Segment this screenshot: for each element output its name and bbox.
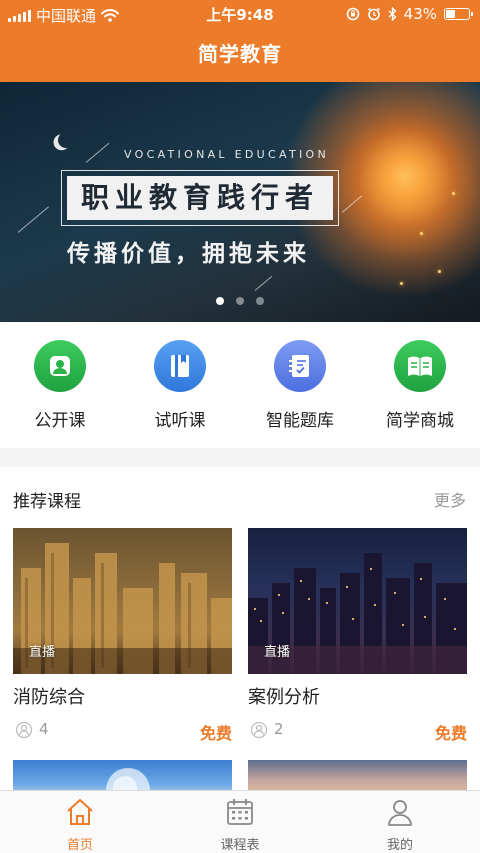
home-icon — [67, 799, 93, 825]
carousel-dots[interactable] — [0, 297, 480, 305]
quick-entry-label: 试听课 — [154, 411, 206, 431]
bluetooth-icon — [388, 7, 397, 21]
course-thumbnail: 直播 — [13, 528, 232, 674]
quick-entry-label: 公开课 — [34, 411, 86, 431]
banner-slogan: 传播价值，拥抱未来 — [67, 241, 310, 267]
live-badge: 直播 — [29, 645, 56, 660]
carousel-dot[interactable] — [256, 297, 264, 305]
banner-title: 职业教育践行者 — [80, 181, 319, 214]
course-thumbnail: 直播 — [248, 528, 467, 674]
calendar-icon — [227, 799, 253, 825]
section-title: 推荐课程 — [13, 492, 81, 512]
banner-carousel[interactable]: VOCATIONAL EDUCATION 职业教育践行者 传播价值，拥抱未来 — [0, 82, 480, 322]
student-count: 4 — [39, 720, 49, 738]
carousel-dot[interactable] — [216, 297, 224, 305]
quick-entry-question-bank[interactable]: 智能题库 — [240, 340, 360, 431]
price-label: 免费 — [434, 724, 467, 743]
person-icon — [34, 340, 86, 392]
recommended-section: 推荐课程 更多 直播 消防综合 4 免费 直播 案例分析 2 免费 — [0, 467, 480, 800]
quick-entry-label: 智能题库 — [266, 411, 334, 431]
user-icon — [250, 721, 268, 739]
user-icon — [15, 721, 33, 739]
moon-icon — [57, 131, 76, 150]
app-screen: 中国联通 上午9:48 43% 简学教育 VOCATIONAL EDUCATIO… — [0, 0, 480, 853]
bottom-tab-bar: 首页 课程表 我的 — [0, 790, 480, 853]
question-bank-icon — [274, 340, 326, 392]
battery-icon — [444, 8, 473, 20]
banner-glow — [330, 112, 480, 262]
book-icon — [154, 340, 206, 392]
status-right: 43% — [346, 5, 473, 23]
course-title: 案例分析 — [248, 687, 320, 708]
tab-label: 课程表 — [220, 838, 260, 853]
alarm-icon — [367, 7, 380, 21]
quick-entry-label: 简学商城 — [386, 411, 454, 431]
more-link[interactable]: 更多 — [434, 487, 466, 511]
tab-label: 我的 — [386, 838, 413, 853]
tab-home[interactable]: 首页 — [0, 797, 160, 853]
status-bar: 中国联通 上午9:48 43% — [0, 0, 480, 28]
course-title: 消防综合 — [13, 687, 85, 708]
live-badge: 直播 — [264, 645, 291, 660]
tab-profile[interactable]: 我的 — [320, 797, 480, 853]
page-title: 简学教育 — [198, 42, 282, 66]
battery-percent: 43% — [403, 5, 437, 23]
student-count: 2 — [274, 720, 284, 738]
quick-entry-open-course[interactable]: 公开课 — [0, 340, 120, 431]
course-card[interactable]: 直播 消防综合 4 免费 — [13, 528, 232, 743]
user-icon — [388, 800, 412, 826]
carousel-dot[interactable] — [236, 297, 244, 305]
course-meta: 2 免费 — [248, 720, 467, 743]
course-meta: 4 免费 — [13, 720, 232, 743]
top-bar: 中国联通 上午9:48 43% 简学教育 — [0, 0, 480, 82]
tab-schedule[interactable]: 课程表 — [160, 797, 320, 853]
quick-entry-grid: 公开课 试听课 智能题库 简学商城 — [0, 322, 480, 448]
price-label: 免费 — [199, 724, 232, 743]
quick-entry-mall[interactable]: 简学商城 — [360, 340, 480, 431]
course-card[interactable]: 直播 案例分析 2 免费 — [248, 528, 467, 743]
banner-subtitle: VOCATIONAL EDUCATION — [124, 148, 330, 161]
quick-entry-trial-course[interactable]: 试听课 — [120, 340, 240, 431]
open-book-icon — [394, 340, 446, 392]
orientation-lock-icon — [346, 7, 359, 21]
tab-label: 首页 — [66, 838, 93, 853]
battery-fill — [446, 10, 455, 18]
